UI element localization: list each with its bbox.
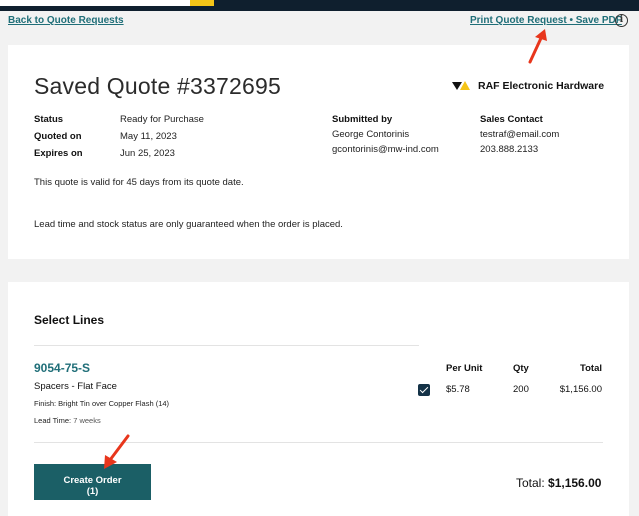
select-lines-heading: Select Lines xyxy=(34,313,105,327)
search-input[interactable] xyxy=(0,0,190,6)
part-lead-time: Lead Time: 7 weeks xyxy=(34,416,101,425)
sales-contact-label: Sales Contact xyxy=(480,114,543,125)
qty-value: 200 xyxy=(513,384,529,395)
per-unit-value: $5.78 xyxy=(446,384,470,395)
part-finish: Finish: Bright Tin over Copper Flash (14… xyxy=(34,399,170,408)
order-total-value: $1,156.00 xyxy=(548,476,602,490)
part-number-link[interactable]: 9054-75-S xyxy=(34,361,90,375)
sales-contact-email: testraf@email.com xyxy=(480,129,560,140)
top-navigation-bar xyxy=(0,0,639,11)
status-value: Ready for Purchase xyxy=(120,114,204,125)
back-to-quote-requests-link[interactable]: Back to Quote Requests xyxy=(8,15,124,26)
create-order-label: Create Order xyxy=(63,474,122,486)
total-header: Total xyxy=(580,363,602,374)
create-order-button[interactable]: Create Order (1) xyxy=(34,464,151,500)
expires-on-label: Expires on xyxy=(34,148,83,159)
lead-time-value: 7 weeks xyxy=(73,416,101,425)
select-lines-card: Select Lines 9054-75-S Spacers - Flat Fa… xyxy=(8,282,629,516)
line-total-value: $1,156.00 xyxy=(559,384,602,395)
page-title: Saved Quote #3372695 xyxy=(34,73,281,99)
per-unit-header: Per Unit xyxy=(446,363,483,374)
quoted-on-label: Quoted on xyxy=(34,131,82,142)
validity-note: This quote is valid for 45 days from its… xyxy=(34,177,244,188)
lead-time-note: Lead time and stock status are only guar… xyxy=(34,219,343,230)
line-select-checkbox[interactable] xyxy=(418,384,430,396)
expires-on-value: Jun 25, 2023 xyxy=(120,148,175,159)
order-total-label: Total: xyxy=(516,476,545,490)
divider xyxy=(34,345,419,346)
annotation-arrow-icon xyxy=(528,29,547,64)
create-order-count: (1) xyxy=(86,485,99,497)
raf-logo-icon xyxy=(452,81,472,91)
order-total: Total: $1,156.00 xyxy=(516,476,601,490)
submitted-by-email: gcontorinis@mw-ind.com xyxy=(332,144,439,155)
print-save-pdf-link[interactable]: Print Quote Request • Save PDF xyxy=(470,15,622,26)
part-description: Spacers - Flat Face xyxy=(34,381,117,392)
sales-contact-phone: 203.888.2133 xyxy=(480,144,539,155)
brand-logo: RAF Electronic Hardware xyxy=(452,80,604,92)
search-button[interactable] xyxy=(190,0,214,6)
submitted-by-label: Submitted by xyxy=(332,114,393,125)
quoted-on-value: May 11, 2023 xyxy=(120,131,177,142)
info-icon[interactable]: i xyxy=(615,14,628,27)
annotation-arrow-icon xyxy=(104,434,130,469)
status-label: Status xyxy=(34,114,64,125)
lead-time-label: Lead Time: xyxy=(34,416,72,425)
quote-summary-card: Saved Quote #3372695 RAF Electronic Hard… xyxy=(8,45,629,259)
brand-name: RAF Electronic Hardware xyxy=(478,80,605,92)
submitted-by-name: George Contorinis xyxy=(332,129,410,140)
qty-header: Qty xyxy=(513,363,529,374)
